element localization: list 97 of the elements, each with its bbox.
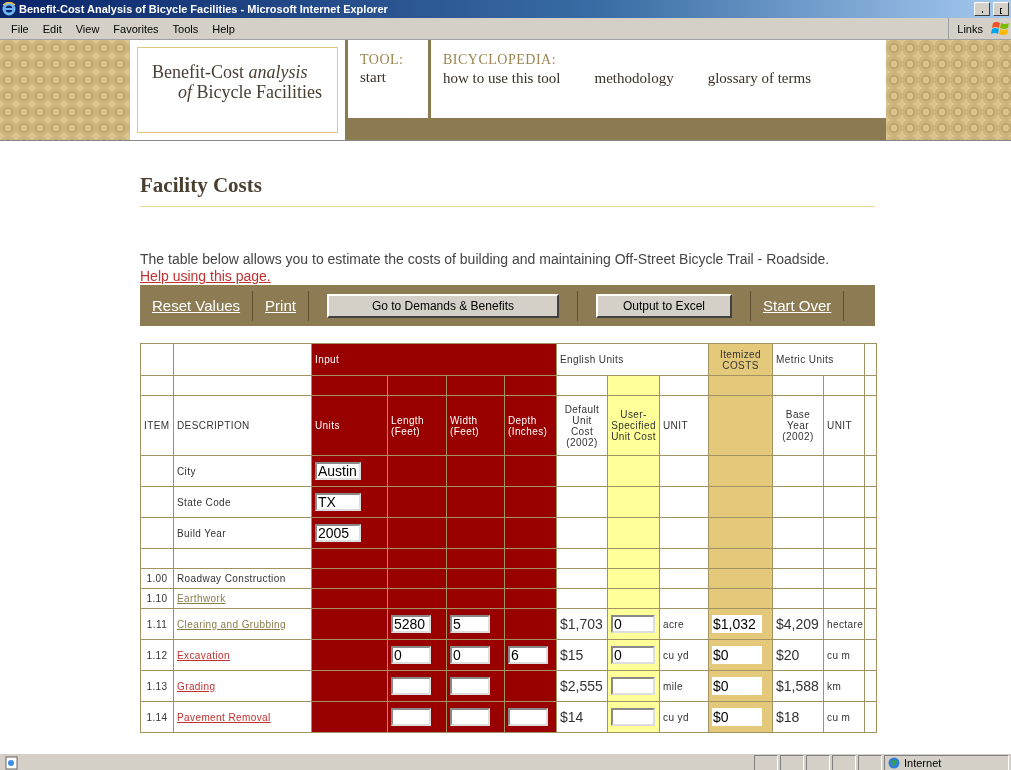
item-link[interactable]: Excavation bbox=[177, 649, 230, 661]
column-header: Itemized COSTS bbox=[720, 348, 761, 371]
toolbar-button[interactable]: Output to Excel bbox=[595, 293, 732, 318]
restore-button[interactable] bbox=[993, 2, 1009, 16]
input-field[interactable]: 6 bbox=[508, 646, 548, 664]
input-field[interactable] bbox=[450, 677, 490, 695]
column-header: Default Unit Cost (2002) bbox=[564, 403, 600, 448]
cell-text: cu m bbox=[827, 649, 851, 661]
column-header: English Units bbox=[560, 354, 624, 365]
minimize-button[interactable] bbox=[974, 2, 990, 16]
input-field[interactable]: 0 bbox=[611, 646, 655, 664]
column-header: Length (Feet) bbox=[391, 414, 424, 437]
cell-text: 1.14 bbox=[146, 711, 168, 723]
input-field[interactable]: 2005 bbox=[315, 524, 361, 542]
column-header: UNIT bbox=[827, 420, 852, 431]
input-field[interactable]: Austin bbox=[315, 462, 361, 480]
column-header: ITEM bbox=[144, 420, 170, 431]
menu-item[interactable]: Edit bbox=[35, 20, 69, 37]
input-field[interactable]: 5280 bbox=[391, 615, 431, 633]
cell-text: $15 bbox=[560, 647, 584, 663]
input-field[interactable] bbox=[391, 677, 431, 695]
input-field[interactable] bbox=[611, 677, 655, 695]
toolbar-button[interactable]: Go to Demands & Benefits bbox=[326, 293, 559, 318]
item-link[interactable]: Earthwork bbox=[177, 593, 226, 604]
cell-text: 1.12 bbox=[146, 649, 168, 661]
cell-text: $18 bbox=[776, 709, 800, 725]
menu-item[interactable]: Tools bbox=[165, 20, 206, 37]
cell-text: Roadway Construction bbox=[177, 573, 286, 584]
nav-link[interactable]: methodology bbox=[594, 70, 674, 87]
column-header: Depth (Inches) bbox=[508, 414, 548, 437]
cell-text: $20 bbox=[776, 647, 800, 663]
menu-item[interactable]: File bbox=[4, 20, 36, 37]
cell-text: $2,555 bbox=[560, 678, 603, 694]
status-panel bbox=[780, 755, 804, 770]
cell-text: acre bbox=[663, 618, 685, 630]
toolbar-link[interactable]: Reset Values bbox=[140, 297, 253, 314]
item-link[interactable]: Grading bbox=[177, 680, 216, 692]
column-header: Base Year (2002) bbox=[782, 409, 814, 442]
help-link[interactable]: Help using this page. bbox=[140, 268, 271, 285]
intro-text: The table below allows you to estimate the costs of building and maintaining Off-Street Bicycle Trail - Roadside. bbox=[140, 251, 830, 267]
page-heading: Facility Costs bbox=[140, 173, 875, 207]
cell-text: $1,703 bbox=[560, 616, 603, 632]
status-panel bbox=[858, 755, 882, 770]
status-panel bbox=[832, 755, 856, 770]
column-header: Width (Feet) bbox=[450, 414, 480, 437]
column-header: User-Specified Unit Cost bbox=[611, 409, 656, 442]
column-header: UNIT bbox=[663, 420, 688, 431]
zone-label: Internet bbox=[904, 757, 942, 769]
nav-link[interactable]: how to use this tool bbox=[443, 70, 561, 87]
cell-text: mile bbox=[663, 680, 683, 692]
nav-link[interactable]: glossary of terms bbox=[707, 70, 811, 87]
toolbar-link[interactable]: Start Over bbox=[750, 297, 844, 314]
cell-text: $14 bbox=[560, 709, 584, 725]
cell-text: $1,588 bbox=[776, 678, 819, 694]
cell-text: State Code bbox=[177, 496, 232, 508]
column-header: Units bbox=[315, 420, 340, 431]
section-label: TOOL: bbox=[360, 52, 405, 68]
cell-text: City bbox=[177, 465, 196, 477]
input-field[interactable] bbox=[611, 708, 655, 726]
status-panel bbox=[754, 755, 778, 770]
cell-text: hectare bbox=[827, 618, 864, 630]
input-field[interactable]: $1,032 bbox=[712, 615, 762, 633]
cell-text: cu yd bbox=[663, 649, 689, 661]
input-field[interactable]: TX bbox=[315, 493, 361, 511]
input-field[interactable]: 0 bbox=[611, 615, 655, 633]
globe-icon bbox=[888, 757, 900, 769]
nav-link[interactable]: start bbox=[360, 69, 386, 85]
input-field[interactable] bbox=[450, 708, 490, 726]
cell-text: cu yd bbox=[663, 711, 689, 723]
browser-icon bbox=[2, 2, 16, 16]
cell-text: Build Year bbox=[177, 527, 227, 539]
status-panel bbox=[806, 755, 830, 770]
input-field[interactable]: 0 bbox=[391, 646, 431, 664]
cell-text: km bbox=[827, 680, 842, 692]
column-header: Metric Units bbox=[776, 354, 834, 365]
input-field[interactable]: $0 bbox=[712, 677, 762, 695]
menu-item[interactable]: View bbox=[68, 20, 107, 37]
input-field[interactable] bbox=[508, 708, 548, 726]
windows-logo-icon bbox=[991, 19, 1011, 38]
input-field[interactable]: $0 bbox=[712, 646, 762, 664]
window-title: Benefit-Cost Analysis of Bicycle Facilities - Microsoft Internet Explorer bbox=[19, 3, 389, 15]
input-field[interactable]: 5 bbox=[450, 615, 490, 633]
cell-text: 1.10 bbox=[146, 593, 168, 604]
input-field[interactable]: $0 bbox=[712, 708, 762, 726]
toolbar-link[interactable]: Print bbox=[253, 297, 308, 314]
cell-text: 1.11 bbox=[146, 618, 168, 630]
cell-text: cu m bbox=[827, 711, 851, 723]
column-header: DESCRIPTION bbox=[177, 420, 250, 431]
input-field[interactable] bbox=[391, 708, 431, 726]
cell-text: 1.00 bbox=[146, 573, 168, 584]
input-field[interactable]: 0 bbox=[450, 646, 490, 664]
menu-item[interactable]: Help bbox=[205, 20, 242, 37]
column-header: Input bbox=[315, 354, 340, 365]
section-label: BICYCLOPEDIA: bbox=[443, 52, 558, 68]
cell-text: $4,209 bbox=[776, 616, 819, 632]
menu-item[interactable]: Favorites bbox=[106, 20, 166, 37]
cell-text: 1.13 bbox=[146, 680, 168, 692]
